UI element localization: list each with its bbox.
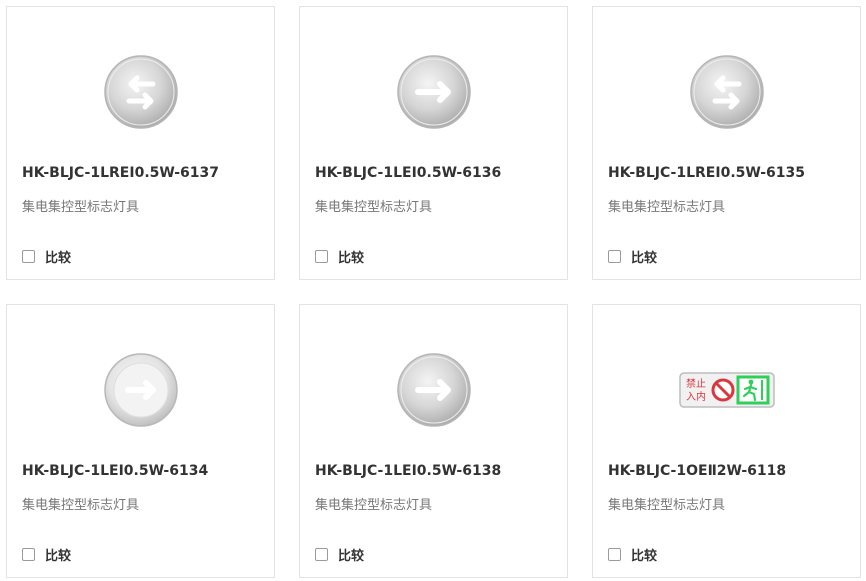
compare-label: 比较 xyxy=(338,549,365,564)
product-category: 集电集控型标志灯具 xyxy=(22,498,140,513)
compare-toggle[interactable]: 比较 xyxy=(315,247,364,266)
product-card[interactable]: HK-BLJC-1LREⅠ0.5W-6135 集电集控型标志灯具 比较 xyxy=(592,6,861,280)
product-category: 集电集控型标志灯具 xyxy=(315,200,433,215)
compare-checkbox[interactable] xyxy=(315,548,328,561)
product-category: 集电集控型标志灯具 xyxy=(22,200,140,215)
no-entry-exit-sign-icon: 禁止 入内 xyxy=(678,372,775,408)
product-image[interactable] xyxy=(593,52,860,132)
product-card[interactable]: HK-BLJC-1LEⅠ0.5W-6136 集电集控型标志灯具 比较 xyxy=(299,6,568,280)
compare-toggle[interactable]: 比较 xyxy=(22,247,71,266)
product-image[interactable] xyxy=(7,52,274,132)
product-category: 集电集控型标志灯具 xyxy=(608,200,726,215)
product-title[interactable]: HK-BLJC-1LEⅠ0.5W-6138 xyxy=(315,463,501,479)
right-arrow-icon xyxy=(103,353,178,427)
compare-label: 比较 xyxy=(631,549,658,564)
product-card[interactable]: 禁止 入内 HK-BLJC-1OEⅡ2W-6118 集电集控型标志灯具 比较 xyxy=(592,304,861,578)
product-image[interactable] xyxy=(7,350,274,430)
product-title[interactable]: HK-BLJC-1LEⅠ0.5W-6134 xyxy=(22,463,208,479)
product-image[interactable] xyxy=(300,350,567,430)
product-image[interactable] xyxy=(300,52,567,132)
product-category: 集电集控型标志灯具 xyxy=(608,498,726,513)
right-arrow-icon xyxy=(396,55,471,129)
product-card[interactable]: HK-BLJC-1LEⅠ0.5W-6138 集电集控型标志灯具 比较 xyxy=(299,304,568,578)
product-title[interactable]: HK-BLJC-1LEⅠ0.5W-6136 xyxy=(315,165,501,181)
compare-checkbox[interactable] xyxy=(315,250,328,263)
compare-label: 比较 xyxy=(45,251,72,266)
right-arrow-icon xyxy=(396,353,471,427)
sign-text-line1: 禁止 xyxy=(686,378,706,390)
compare-toggle[interactable]: 比较 xyxy=(315,545,364,564)
product-category: 集电集控型标志灯具 xyxy=(315,498,433,513)
compare-checkbox[interactable] xyxy=(22,548,35,561)
compare-checkbox[interactable] xyxy=(608,250,621,263)
double-arrow-icon xyxy=(689,55,764,129)
product-title[interactable]: HK-BLJC-1LREⅠ0.5W-6137 xyxy=(22,165,219,181)
compare-checkbox[interactable] xyxy=(22,250,35,263)
compare-label: 比较 xyxy=(45,549,72,564)
compare-checkbox[interactable] xyxy=(608,548,621,561)
product-card[interactable]: HK-BLJC-1LREⅠ0.5W-6137 集电集控型标志灯具 比较 xyxy=(6,6,275,280)
product-card[interactable]: HK-BLJC-1LEⅠ0.5W-6134 集电集控型标志灯具 比较 xyxy=(6,304,275,578)
product-image[interactable]: 禁止 入内 xyxy=(593,350,860,430)
compare-toggle[interactable]: 比较 xyxy=(22,545,71,564)
compare-label: 比较 xyxy=(631,251,658,266)
compare-toggle[interactable]: 比较 xyxy=(608,545,657,564)
compare-toggle[interactable]: 比较 xyxy=(608,247,657,266)
compare-label: 比较 xyxy=(338,251,365,266)
sign-text-line2: 入内 xyxy=(686,390,706,403)
product-title[interactable]: HK-BLJC-1OEⅡ2W-6118 xyxy=(608,463,786,479)
double-arrow-icon xyxy=(103,55,178,129)
product-title[interactable]: HK-BLJC-1LREⅠ0.5W-6135 xyxy=(608,165,805,181)
